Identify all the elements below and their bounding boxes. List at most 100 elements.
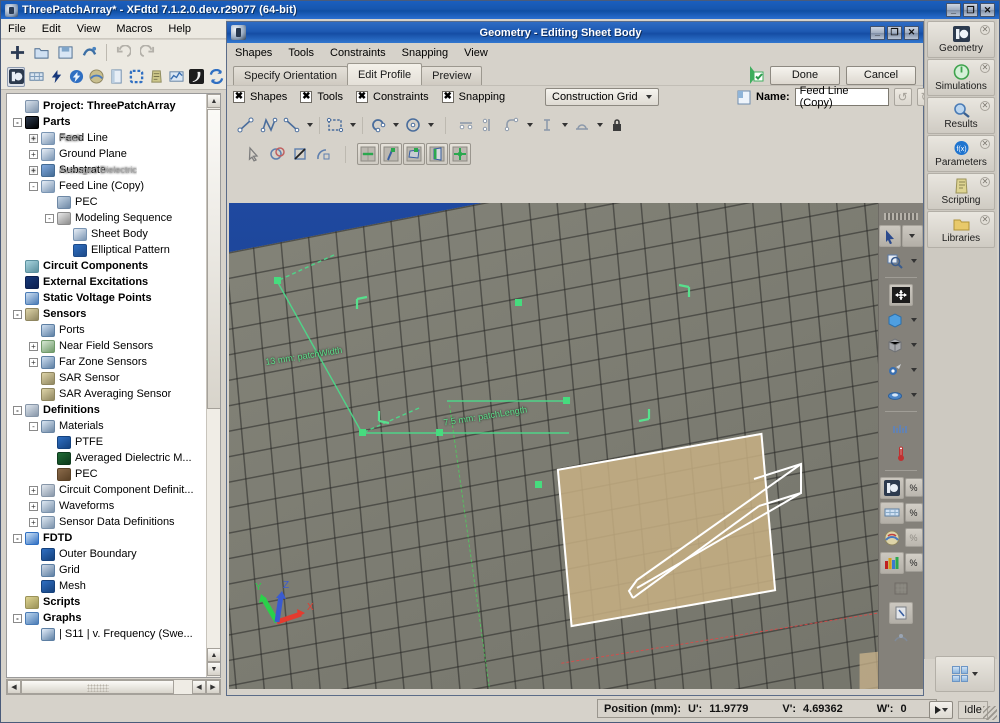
name-input[interactable]: Feed Line (Copy) — [795, 88, 889, 106]
menu-macros[interactable]: Macros — [116, 23, 152, 35]
geometry-restore-button[interactable]: ❐ — [887, 26, 902, 40]
tree-item[interactable]: SAR Averaging Sensor — [9, 386, 220, 402]
hscroll-right-button[interactable]: ▶ — [206, 680, 220, 694]
view-solid-dropdown[interactable] — [908, 309, 920, 331]
minimize-button[interactable]: _ — [946, 3, 961, 17]
zoom-tool-dropdown[interactable] — [908, 250, 920, 272]
chevron-down-icon[interactable] — [972, 672, 978, 676]
chevron-down-icon[interactable] — [390, 114, 401, 136]
tree-item[interactable]: Outer Boundary — [9, 546, 220, 562]
dock-item-geometry[interactable]: ✕ Geometry — [927, 21, 995, 58]
chevron-down-icon[interactable] — [559, 114, 570, 136]
offset-tool-button[interactable] — [455, 114, 477, 136]
tree-item[interactable]: +Patch — [9, 130, 82, 146]
tree-item[interactable]: +Near Field Sensors — [9, 338, 220, 354]
tree-item[interactable]: -Definitions — [9, 402, 220, 418]
fillet-tool-button[interactable] — [501, 114, 523, 136]
extend-tool-button[interactable] — [289, 143, 311, 165]
geometry-3d-viewport[interactable]: 13 mm: patchWidth 7.5 mm: patchLength — [229, 203, 923, 689]
tree-item[interactable]: +Circuit Component Definit... — [9, 482, 220, 498]
view-solid-tool-button[interactable] — [883, 309, 907, 331]
hscroll-left-button[interactable]: ◀ — [7, 680, 21, 694]
tree-expander-expand-icon[interactable]: + — [29, 502, 38, 511]
close-icon[interactable]: ✕ — [980, 101, 990, 111]
dock-item-simulations[interactable]: ✕ Simulations — [927, 59, 995, 96]
tree-expander-collapse-icon[interactable]: - — [13, 310, 22, 319]
toolbar-drag-handle[interactable] — [884, 213, 918, 220]
dock-item-results[interactable]: ✕ Results — [927, 97, 995, 134]
menu-help[interactable]: Help — [168, 23, 191, 35]
cancel-button[interactable]: Cancel — [846, 66, 916, 85]
point-snap-toggle-button[interactable] — [380, 143, 402, 165]
line-tool-button[interactable] — [235, 114, 257, 136]
close-icon[interactable]: ✕ — [980, 177, 990, 187]
arc-line-tool-button[interactable] — [281, 114, 303, 136]
grid-view-button[interactable] — [27, 67, 45, 87]
layout-selector[interactable] — [935, 656, 995, 692]
chevron-down-icon[interactable] — [425, 114, 436, 136]
new-project-button[interactable] — [7, 42, 28, 62]
circuit-components-button[interactable] — [67, 67, 85, 87]
tree-item[interactable]: +Sensor Data Definitions — [9, 514, 220, 530]
geometry-opacity-button[interactable]: % — [905, 478, 923, 497]
view-mesh-dropdown[interactable] — [908, 334, 920, 356]
grid-opacity-button[interactable]: % — [905, 503, 923, 522]
run-status-button[interactable] — [929, 701, 953, 719]
toggle-snapping-checkbox[interactable]: ✖ — [442, 91, 454, 103]
chevron-down-icon[interactable] — [347, 114, 358, 136]
tree-expander-expand-icon[interactable]: + — [29, 150, 38, 159]
clip-plane-toggle[interactable] — [889, 602, 913, 624]
done-button[interactable]: Done — [770, 66, 840, 85]
menu-file[interactable]: File — [8, 23, 26, 35]
open-project-button[interactable] — [31, 42, 52, 62]
tree-expander-expand-icon[interactable]: + — [29, 518, 38, 527]
scroll-up-button[interactable]: ▲ — [207, 94, 221, 108]
fdtd-button[interactable] — [128, 67, 146, 87]
tree-item[interactable]: PTFE — [9, 434, 220, 450]
grid-snap-toggle-button[interactable] — [357, 143, 379, 165]
tree-item[interactable]: Sheet Body — [9, 226, 220, 242]
grid-visibility-toggle[interactable] — [880, 502, 904, 524]
view-light-tool-button[interactable] — [883, 359, 907, 381]
constraint-tool-button[interactable] — [571, 114, 593, 136]
pan-tool-button[interactable] — [889, 284, 913, 306]
sync-button[interactable] — [208, 67, 226, 87]
tree-vertical-scrollbar[interactable]: ▲ ▲ ▼ — [206, 94, 220, 677]
menu-view[interactable]: View — [77, 23, 101, 35]
tree-expander-collapse-icon[interactable]: - — [29, 422, 38, 431]
results-button[interactable] — [168, 67, 186, 87]
tree-item[interactable]: -Modeling Sequence — [9, 210, 220, 226]
geometry-menu-shapes[interactable]: Shapes — [235, 47, 272, 59]
tree-item[interactable]: +Far Zone Sensors — [9, 354, 220, 370]
scroll-thumb[interactable] — [207, 109, 221, 409]
dock-item-libraries[interactable]: ✕ Libraries — [927, 211, 995, 248]
tree-item[interactable]: Elliptical Pattern — [9, 242, 220, 258]
tree-item[interactable]: -FDTD — [9, 530, 220, 546]
scroll-down-button[interactable]: ▼ — [207, 662, 221, 676]
project-tree[interactable]: Project: ThreePatchArray-Parts+Patch+Fee… — [7, 94, 220, 642]
close-button[interactable]: ✕ — [980, 3, 995, 17]
arc-tool-button[interactable] — [367, 114, 389, 136]
center-snap-toggle-button[interactable] — [449, 143, 471, 165]
libraries-button[interactable] — [188, 67, 206, 87]
sensors-button[interactable] — [87, 67, 105, 87]
tree-expander-collapse-icon[interactable]: - — [13, 118, 22, 127]
tree-expander-collapse-icon[interactable]: - — [29, 182, 38, 191]
hscroll-thumb[interactable] — [21, 680, 174, 694]
excitation-button[interactable] — [47, 67, 65, 87]
toggle-shapes-checkbox[interactable]: ✖ — [233, 91, 245, 103]
tree-item[interactable]: -Sensors — [9, 306, 220, 322]
tree-item[interactable]: +Averaged Dielectric — [9, 162, 137, 178]
trim-tool-button[interactable] — [266, 143, 288, 165]
lock-tool-button[interactable] — [606, 114, 628, 136]
tab-edit-profile[interactable]: Edit Profile — [347, 63, 422, 85]
tree-item[interactable]: Averaged Dielectric M... — [9, 450, 220, 466]
tree-item[interactable]: +Ground Plane — [9, 146, 220, 162]
select-tool-dropdown[interactable] — [902, 225, 924, 247]
ruler-tool-button[interactable] — [889, 418, 913, 440]
geometry-minimize-button[interactable]: _ — [870, 26, 885, 40]
rectangle-tool-button[interactable] — [324, 114, 346, 136]
split-tool-button[interactable] — [312, 143, 334, 165]
dock-item-scripting[interactable]: ✕ Scripting — [927, 173, 995, 210]
tree-item[interactable]: Grid — [9, 562, 220, 578]
